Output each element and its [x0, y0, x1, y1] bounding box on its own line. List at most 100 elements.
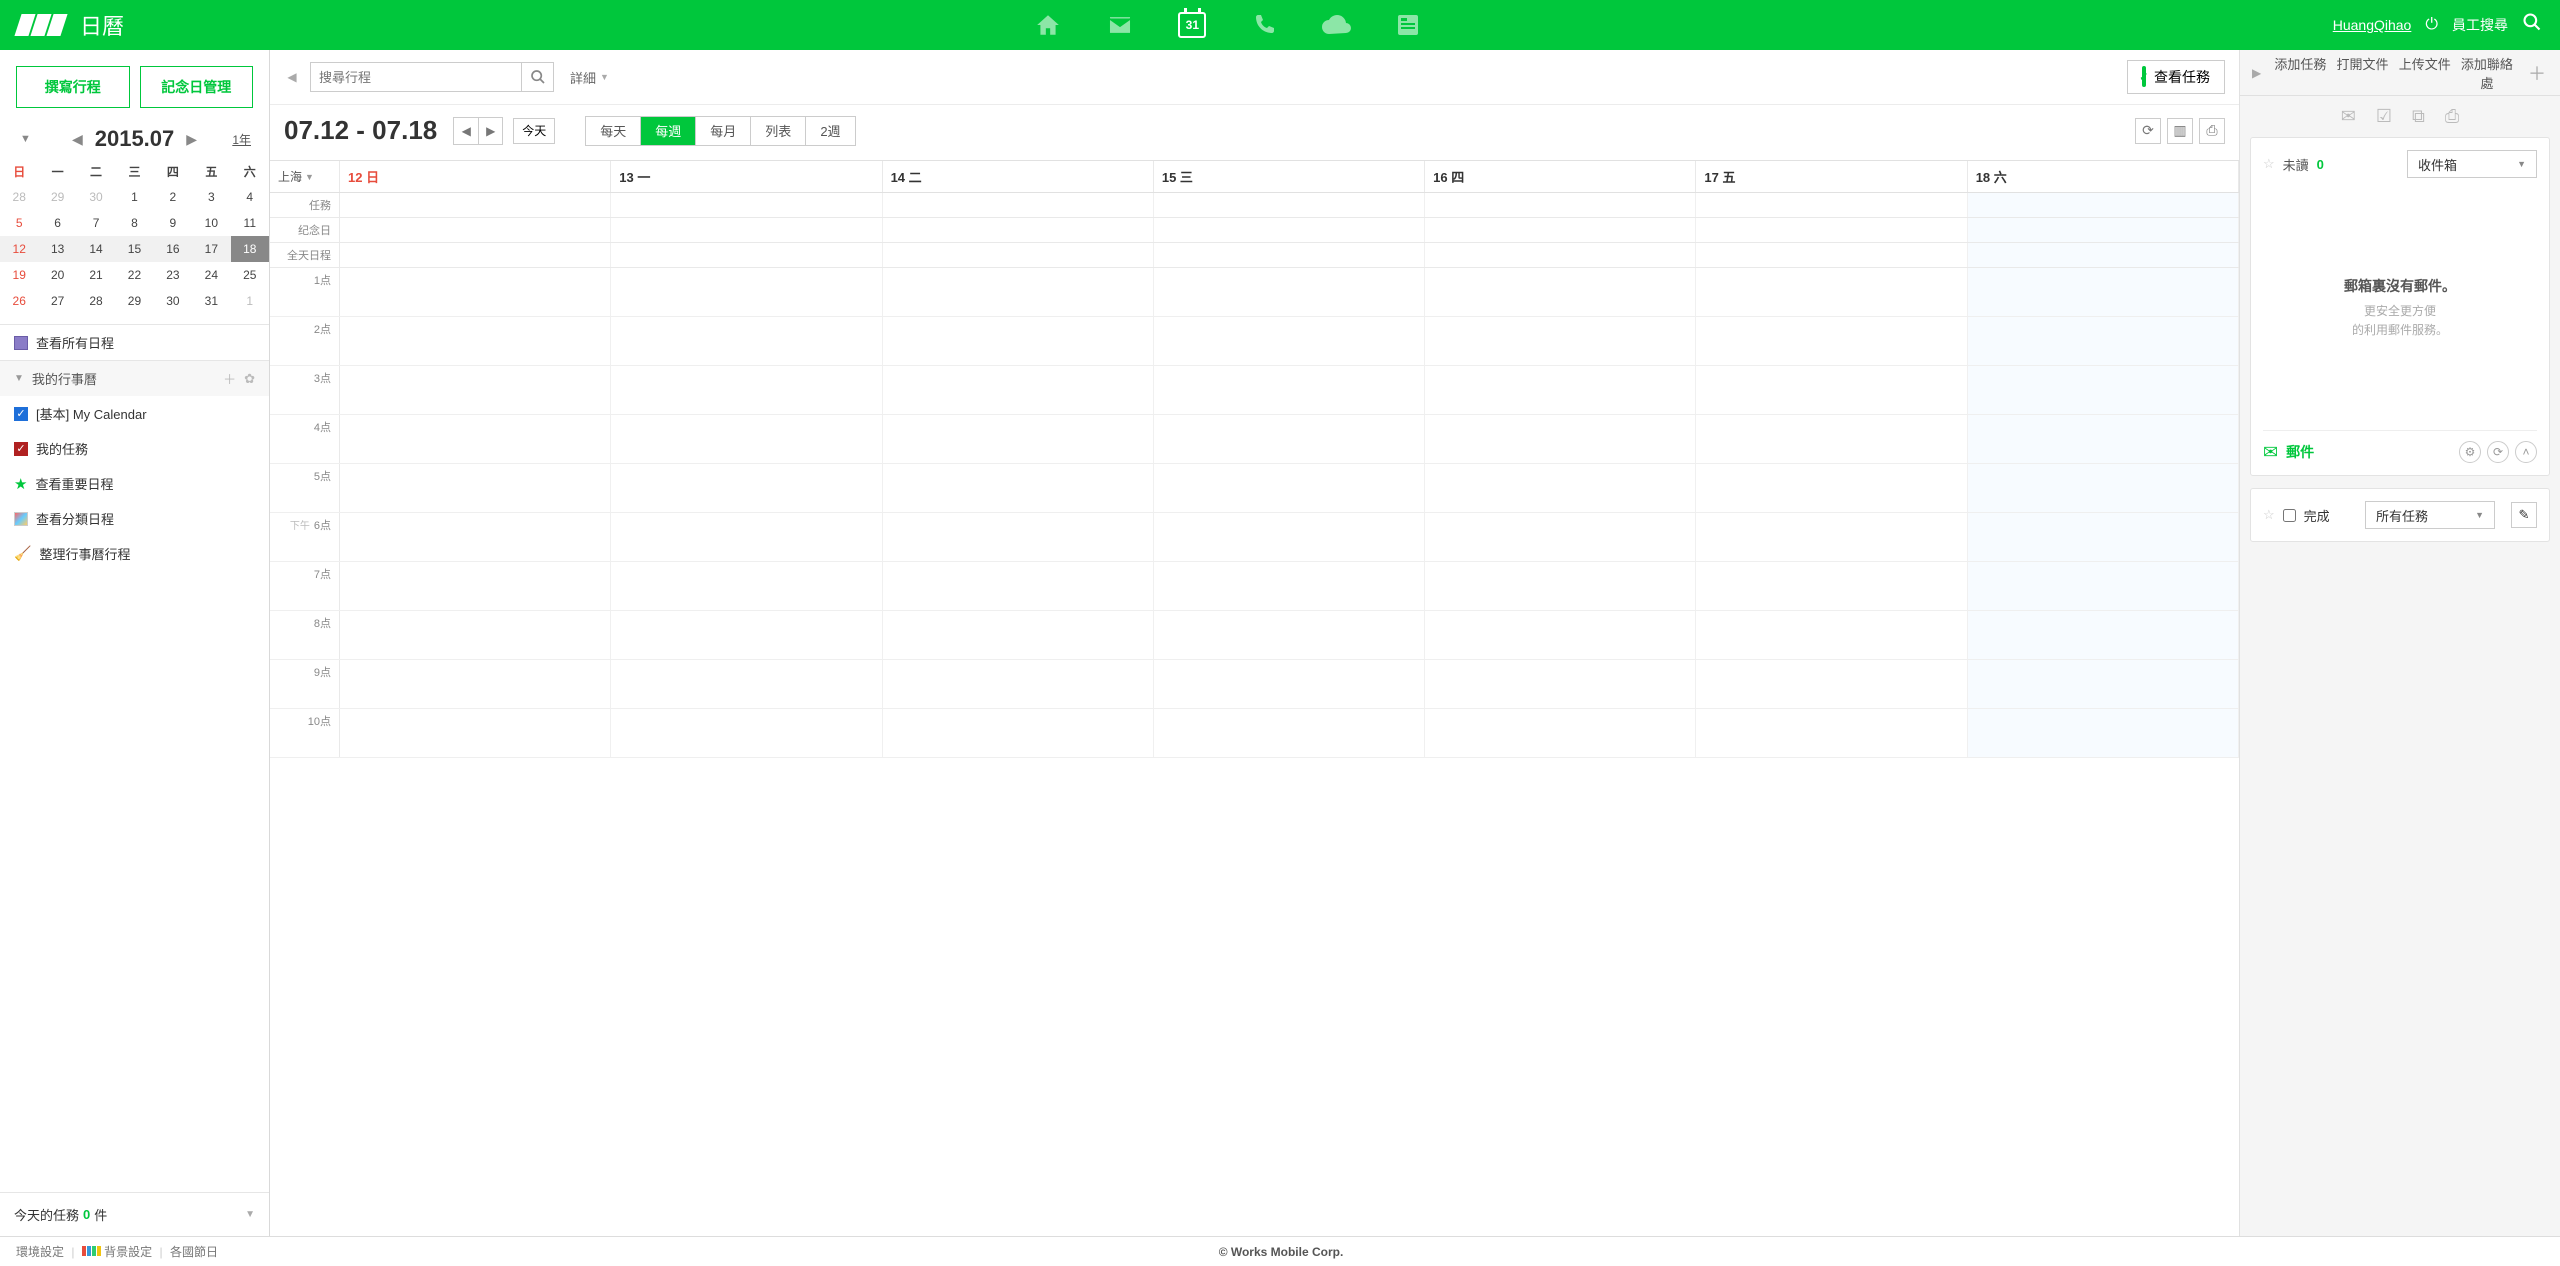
- calendar-checkbox[interactable]: ✓: [14, 407, 28, 421]
- view-tab[interactable]: 2週: [805, 117, 854, 145]
- hour-cell[interactable]: [1696, 660, 1967, 708]
- collapse-left-icon[interactable]: ◀: [284, 70, 300, 84]
- edit-tasks-icon[interactable]: ✎: [2511, 502, 2537, 528]
- calendar-icon[interactable]: 31: [1175, 8, 1209, 42]
- view-categorized[interactable]: 查看分類日程: [0, 501, 269, 536]
- panel-contact-icon[interactable]: ⧉: [2412, 106, 2425, 127]
- minical-day[interactable]: 1: [231, 288, 269, 314]
- minical-day[interactable]: 20: [38, 262, 76, 288]
- hour-cell[interactable]: [883, 660, 1154, 708]
- allday-cell[interactable]: [1696, 193, 1967, 217]
- range-next-icon[interactable]: ▶: [478, 118, 502, 144]
- today-tasks[interactable]: 今天的任務 0 件 ▼: [0, 1192, 269, 1236]
- minical-day[interactable]: 10: [192, 210, 230, 236]
- bg-settings-link[interactable]: 背景設定: [104, 1245, 152, 1259]
- done-checkbox[interactable]: [2283, 509, 2296, 522]
- phone-icon[interactable]: [1247, 8, 1281, 42]
- minical-day[interactable]: 24: [192, 262, 230, 288]
- calendar-item[interactable]: ✓[基本] My Calendar: [0, 396, 269, 431]
- layout-icon[interactable]: ▥: [2167, 118, 2193, 144]
- hour-cell[interactable]: [1968, 317, 2239, 365]
- allday-cell[interactable]: [1968, 243, 2239, 267]
- detail-dropdown[interactable]: 詳細 ▼: [564, 68, 615, 87]
- hour-cell[interactable]: [1696, 268, 1967, 316]
- hour-cell[interactable]: [1968, 513, 2239, 561]
- minical-day[interactable]: 29: [38, 184, 76, 210]
- panel-mail-icon[interactable]: ✉: [2341, 106, 2356, 127]
- hour-cell[interactable]: [611, 415, 882, 463]
- allday-cell[interactable]: [611, 218, 882, 242]
- panel-action[interactable]: 打開文件: [2331, 50, 2393, 98]
- hour-cell[interactable]: [1154, 415, 1425, 463]
- allday-cell[interactable]: [611, 193, 882, 217]
- hour-cell[interactable]: [883, 513, 1154, 561]
- view-tab[interactable]: 每週: [640, 117, 695, 145]
- minical-day[interactable]: 30: [154, 288, 192, 314]
- day-header[interactable]: 18 六: [1968, 161, 2239, 192]
- hour-cell[interactable]: [1968, 660, 2239, 708]
- allday-cell[interactable]: [1425, 218, 1696, 242]
- hour-cell[interactable]: [1425, 464, 1696, 512]
- hour-cell[interactable]: [883, 415, 1154, 463]
- minical-day[interactable]: 7: [77, 210, 115, 236]
- hour-cell[interactable]: [1425, 709, 1696, 757]
- hour-cell[interactable]: [611, 660, 882, 708]
- allday-cell[interactable]: [883, 243, 1154, 267]
- hour-cell[interactable]: [1696, 513, 1967, 561]
- compose-button[interactable]: 撰寫行程: [16, 66, 130, 108]
- hour-cell[interactable]: [611, 513, 882, 561]
- hour-cell[interactable]: [1696, 415, 1967, 463]
- logo[interactable]: 日曆: [18, 9, 124, 41]
- view-tasks-button[interactable]: 查看任務: [2127, 60, 2225, 94]
- one-year-link[interactable]: 1年: [232, 131, 251, 148]
- panel-action[interactable]: 上传文件: [2394, 50, 2456, 98]
- refresh-circle-icon[interactable]: ⟳: [2487, 441, 2509, 463]
- hour-cell[interactable]: [883, 366, 1154, 414]
- cloud-icon[interactable]: [1319, 8, 1353, 42]
- minical-day[interactable]: 12: [0, 236, 38, 262]
- day-header[interactable]: 17 五: [1696, 161, 1967, 192]
- hour-cell[interactable]: [883, 562, 1154, 610]
- minical-day[interactable]: 23: [154, 262, 192, 288]
- hour-cell[interactable]: [883, 464, 1154, 512]
- hour-cell[interactable]: [340, 415, 611, 463]
- minical-day[interactable]: 14: [77, 236, 115, 262]
- hour-cell[interactable]: [1968, 268, 2239, 316]
- view-tab[interactable]: 每月: [695, 117, 750, 145]
- hour-cell[interactable]: [611, 611, 882, 659]
- star-icon[interactable]: ☆: [2263, 507, 2275, 523]
- minical-day[interactable]: 1: [115, 184, 153, 210]
- hour-cell[interactable]: [1968, 611, 2239, 659]
- minical-day[interactable]: 16: [154, 236, 192, 262]
- power-icon[interactable]: ⏻: [2425, 16, 2438, 34]
- minical-day[interactable]: 25: [231, 262, 269, 288]
- day-header[interactable]: 12 日: [340, 161, 611, 192]
- apps-icon[interactable]: [1391, 8, 1425, 42]
- calendar-checkbox[interactable]: ✓: [14, 442, 28, 456]
- view-all-schedules[interactable]: 查看所有日程: [0, 325, 269, 360]
- settings-circle-icon[interactable]: ⚙: [2459, 441, 2481, 463]
- my-calendars-header[interactable]: ▼ 我的行事曆 ＋ ✿: [0, 361, 269, 396]
- hour-cell[interactable]: [1696, 562, 1967, 610]
- day-header[interactable]: 15 三: [1154, 161, 1425, 192]
- mailbox-select[interactable]: 收件箱 ▼: [2407, 150, 2537, 178]
- hour-cell[interactable]: [340, 366, 611, 414]
- allday-cell[interactable]: [1425, 193, 1696, 217]
- allday-cell[interactable]: [611, 243, 882, 267]
- gear-icon[interactable]: ✿: [244, 371, 255, 387]
- hour-cell[interactable]: [883, 709, 1154, 757]
- minical-next-icon[interactable]: ▶: [182, 131, 201, 148]
- hour-cell[interactable]: [1154, 464, 1425, 512]
- hour-cell[interactable]: [1425, 415, 1696, 463]
- allday-cell[interactable]: [1154, 243, 1425, 267]
- hour-cell[interactable]: [1425, 611, 1696, 659]
- minical-day[interactable]: 26: [0, 288, 38, 314]
- minical-dropdown-icon[interactable]: ▼: [20, 133, 31, 145]
- hour-cell[interactable]: [1968, 464, 2239, 512]
- hour-cell[interactable]: [1968, 562, 2239, 610]
- hour-cell[interactable]: [1154, 611, 1425, 659]
- print-icon[interactable]: ⎙: [2199, 118, 2225, 144]
- holidays-link[interactable]: 各國節日: [170, 1245, 218, 1259]
- allday-cell[interactable]: [340, 243, 611, 267]
- minical-day[interactable]: 18: [231, 236, 269, 262]
